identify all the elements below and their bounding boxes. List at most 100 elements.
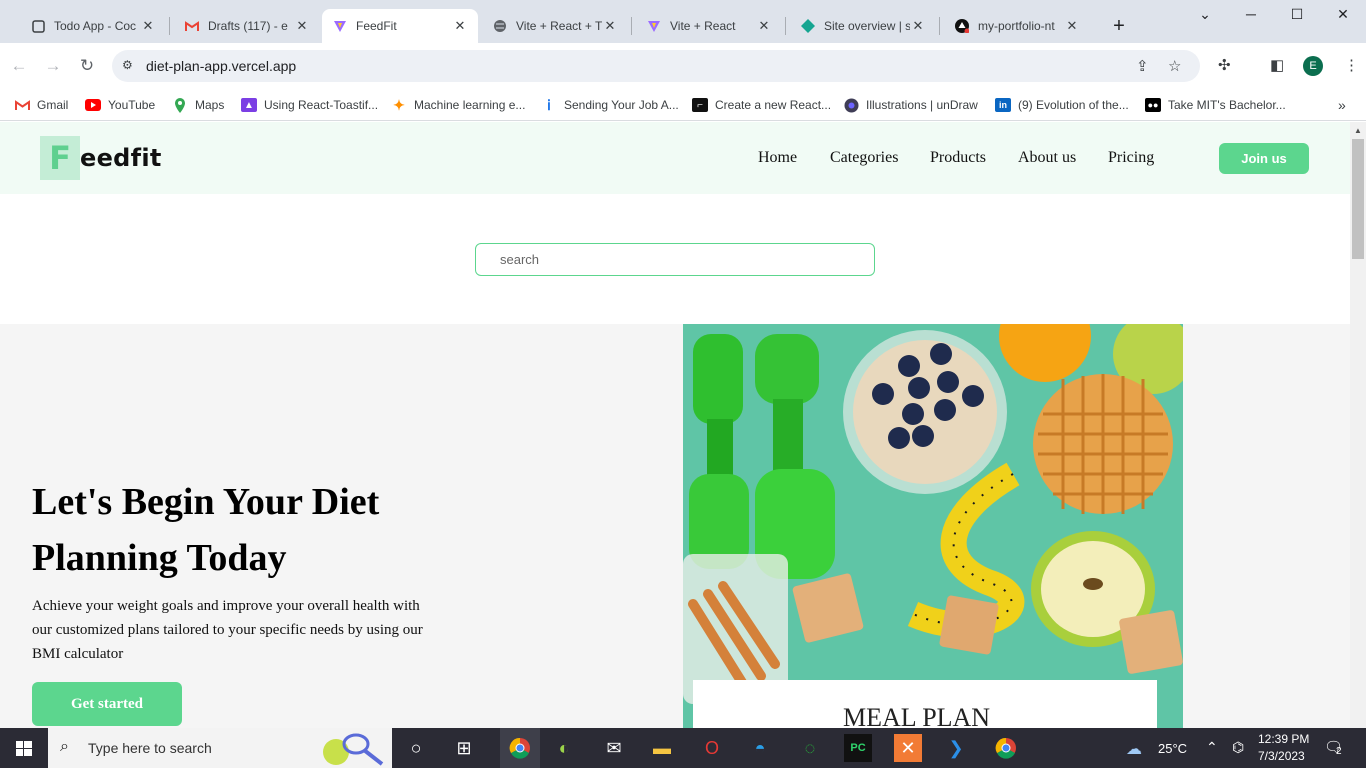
bookmark-mit[interactable]: ●● Take MIT's Bachelor...: [1145, 95, 1286, 115]
tab-title: FeedFit: [356, 19, 397, 33]
bookmark-label: (9) Evolution of the...: [1018, 98, 1129, 112]
join-us-button[interactable]: Join us: [1219, 143, 1309, 174]
forward-arrow-icon[interactable]: →: [43, 56, 63, 76]
hero-description: Achieve your weight goals and improve yo…: [32, 598, 423, 662]
address-bar[interactable]: ⚙ diet-plan-app.vercel.app ⇪ ☆: [112, 50, 1200, 82]
nav-about-us[interactable]: About us: [1018, 149, 1076, 167]
tab-title: Site overview | s: [824, 19, 910, 33]
bookmark-maps[interactable]: Maps: [172, 95, 224, 115]
windows-start-button[interactable]: [0, 728, 48, 768]
weather-temperature[interactable]: 25°C: [1158, 741, 1187, 756]
hero-section: Let's Begin Your Diet Planning Today Ach…: [0, 324, 1350, 728]
camtasia-icon[interactable]: ◌: [796, 734, 824, 762]
bookmark-label: Maps: [195, 98, 225, 112]
chameleon-app-icon[interactable]: ◐: [550, 734, 578, 762]
file-explorer-icon[interactable]: ▬: [648, 734, 676, 762]
tab-my-portfolio[interactable]: my-portfolio-nt ✕: [944, 9, 1090, 43]
pycharm-icon[interactable]: PC: [844, 734, 872, 762]
bookmark-undraw[interactable]: Illustrations | unDraw: [843, 95, 978, 115]
bookmark-star-icon[interactable]: ☆: [1168, 57, 1181, 75]
maps-icon: [172, 97, 188, 113]
bookmark-label: Create a new React...: [715, 98, 832, 112]
bookmark-linkedin[interactable]: in (9) Evolution of the...: [995, 95, 1129, 115]
side-panel-icon[interactable]: ◧: [1270, 56, 1284, 74]
tensorflow-icon: ✦: [393, 96, 405, 113]
xampp-icon[interactable]: ✕: [894, 734, 922, 762]
tab-strip: Todo App - Coc ✕ Drafts (117) - e ✕ Feed…: [0, 0, 1366, 43]
close-icon[interactable]: ✕: [1064, 18, 1080, 34]
task-view-icon[interactable]: ○: [402, 734, 430, 762]
bookmark-sending-job[interactable]: ⅰ Sending Your Job A...: [541, 95, 679, 115]
wifi-icon[interactable]: ⌬: [1232, 739, 1244, 756]
close-icon[interactable]: ✕: [452, 18, 468, 34]
scroll-up-icon[interactable]: ▲: [1354, 126, 1362, 135]
bookmark-gmail[interactable]: Gmail: [14, 95, 68, 115]
reload-icon[interactable]: ↻: [77, 56, 97, 76]
tab-site-overview[interactable]: Site overview | s ✕: [790, 9, 936, 43]
tab-feedfit[interactable]: FeedFit ✕: [322, 9, 478, 43]
tray-chevron-icon[interactable]: ⌃: [1206, 739, 1218, 756]
vscode-icon[interactable]: ❯: [942, 734, 970, 762]
clock-date[interactable]: 7/3/2023: [1258, 749, 1305, 763]
tab-search-chevron-icon[interactable]: ⌄: [1182, 6, 1228, 23]
minimize-icon[interactable]: ─: [1228, 6, 1274, 22]
page-scrollbar[interactable]: ▲: [1350, 122, 1366, 728]
close-icon[interactable]: ✕: [910, 18, 926, 34]
scrollbar-thumb[interactable]: [1352, 139, 1364, 259]
close-icon[interactable]: ✕: [602, 18, 618, 34]
notification-count: 2: [1336, 746, 1342, 757]
nav-categories[interactable]: Categories: [830, 149, 898, 167]
tab-drafts[interactable]: Drafts (117) - e ✕: [174, 9, 320, 43]
tab-todo-app[interactable]: Todo App - Coc ✕: [20, 9, 166, 43]
nav-home[interactable]: Home: [758, 149, 797, 167]
close-icon[interactable]: ✕: [756, 18, 772, 34]
bookmark-label: Gmail: [37, 98, 69, 112]
extensions-icon[interactable]: ✣: [1218, 56, 1231, 74]
more-bookmarks-icon[interactable]: »: [1338, 95, 1346, 115]
nav-products[interactable]: Products: [930, 149, 986, 167]
tab-divider: [169, 17, 170, 35]
taskbar-search-box[interactable]: ⌕ Type here to search: [48, 728, 392, 768]
logo-wordmark: eedfit: [80, 144, 162, 172]
clock-time[interactable]: 12:39 PM: [1258, 732, 1309, 746]
widgets-icon[interactable]: ⊞: [450, 734, 478, 762]
bookmark-create-react[interactable]: ⌐ Create a new React...: [692, 95, 831, 115]
share-icon[interactable]: ⇪: [1136, 57, 1149, 75]
vercel-icon: [954, 18, 970, 34]
bookmark-youtube[interactable]: YouTube: [85, 95, 155, 115]
site-settings-icon[interactable]: ⚙: [122, 58, 133, 72]
chrome-taskbar-icon[interactable]: [500, 728, 540, 768]
tab-title: Drafts (117) - e: [208, 19, 288, 33]
bookmark-machine-learning[interactable]: ✦ Machine learning e...: [391, 95, 525, 115]
gmail-icon: [184, 18, 200, 34]
new-tab-button[interactable]: +: [1106, 14, 1132, 40]
get-started-button[interactable]: Get started: [32, 682, 182, 726]
weather-cloud-icon[interactable]: ☁: [1126, 739, 1142, 759]
bookmark-react-toastify[interactable]: ▲ Using React-Toastif...: [241, 95, 378, 115]
nav-pricing[interactable]: Pricing: [1108, 149, 1154, 167]
opera-icon[interactable]: O: [698, 734, 726, 762]
menu-kebab-icon[interactable]: ⋮: [1344, 56, 1359, 74]
youtube-icon: [85, 98, 101, 112]
url-text[interactable]: diet-plan-app.vercel.app: [146, 58, 296, 74]
edge-icon[interactable]: ◓: [746, 734, 774, 762]
close-window-icon[interactable]: ✕: [1320, 6, 1366, 23]
bookmark-label: Take MIT's Bachelor...: [1168, 98, 1286, 112]
maximize-icon[interactable]: ☐: [1274, 6, 1320, 23]
mail-icon[interactable]: ✉: [600, 734, 628, 762]
tab-vite-react[interactable]: Vite + React ✕: [636, 9, 782, 43]
web-page: F eedfit Home Categories Products About …: [0, 122, 1350, 728]
back-arrow-icon[interactable]: ←: [9, 56, 29, 76]
browser-toolbar: ← → ↻ ⚙ diet-plan-app.vercel.app ⇪ ☆ ✣ ◧…: [0, 43, 1366, 89]
site-logo[interactable]: F eedfit: [40, 136, 162, 180]
search-input[interactable]: [475, 243, 875, 276]
image-caption: MEAL PLAN: [843, 703, 990, 728]
profile-avatar[interactable]: E: [1303, 56, 1323, 76]
tab-vite-react-ts[interactable]: Vite + React + T ✕: [482, 9, 628, 43]
chrome-profile-taskbar-icon[interactable]: [992, 734, 1020, 762]
square-outline-icon: [30, 18, 46, 34]
netlify-icon: [800, 18, 816, 34]
close-icon[interactable]: ✕: [140, 18, 156, 34]
close-icon[interactable]: ✕: [294, 18, 310, 34]
tab-title: Vite + React + T: [516, 19, 602, 33]
